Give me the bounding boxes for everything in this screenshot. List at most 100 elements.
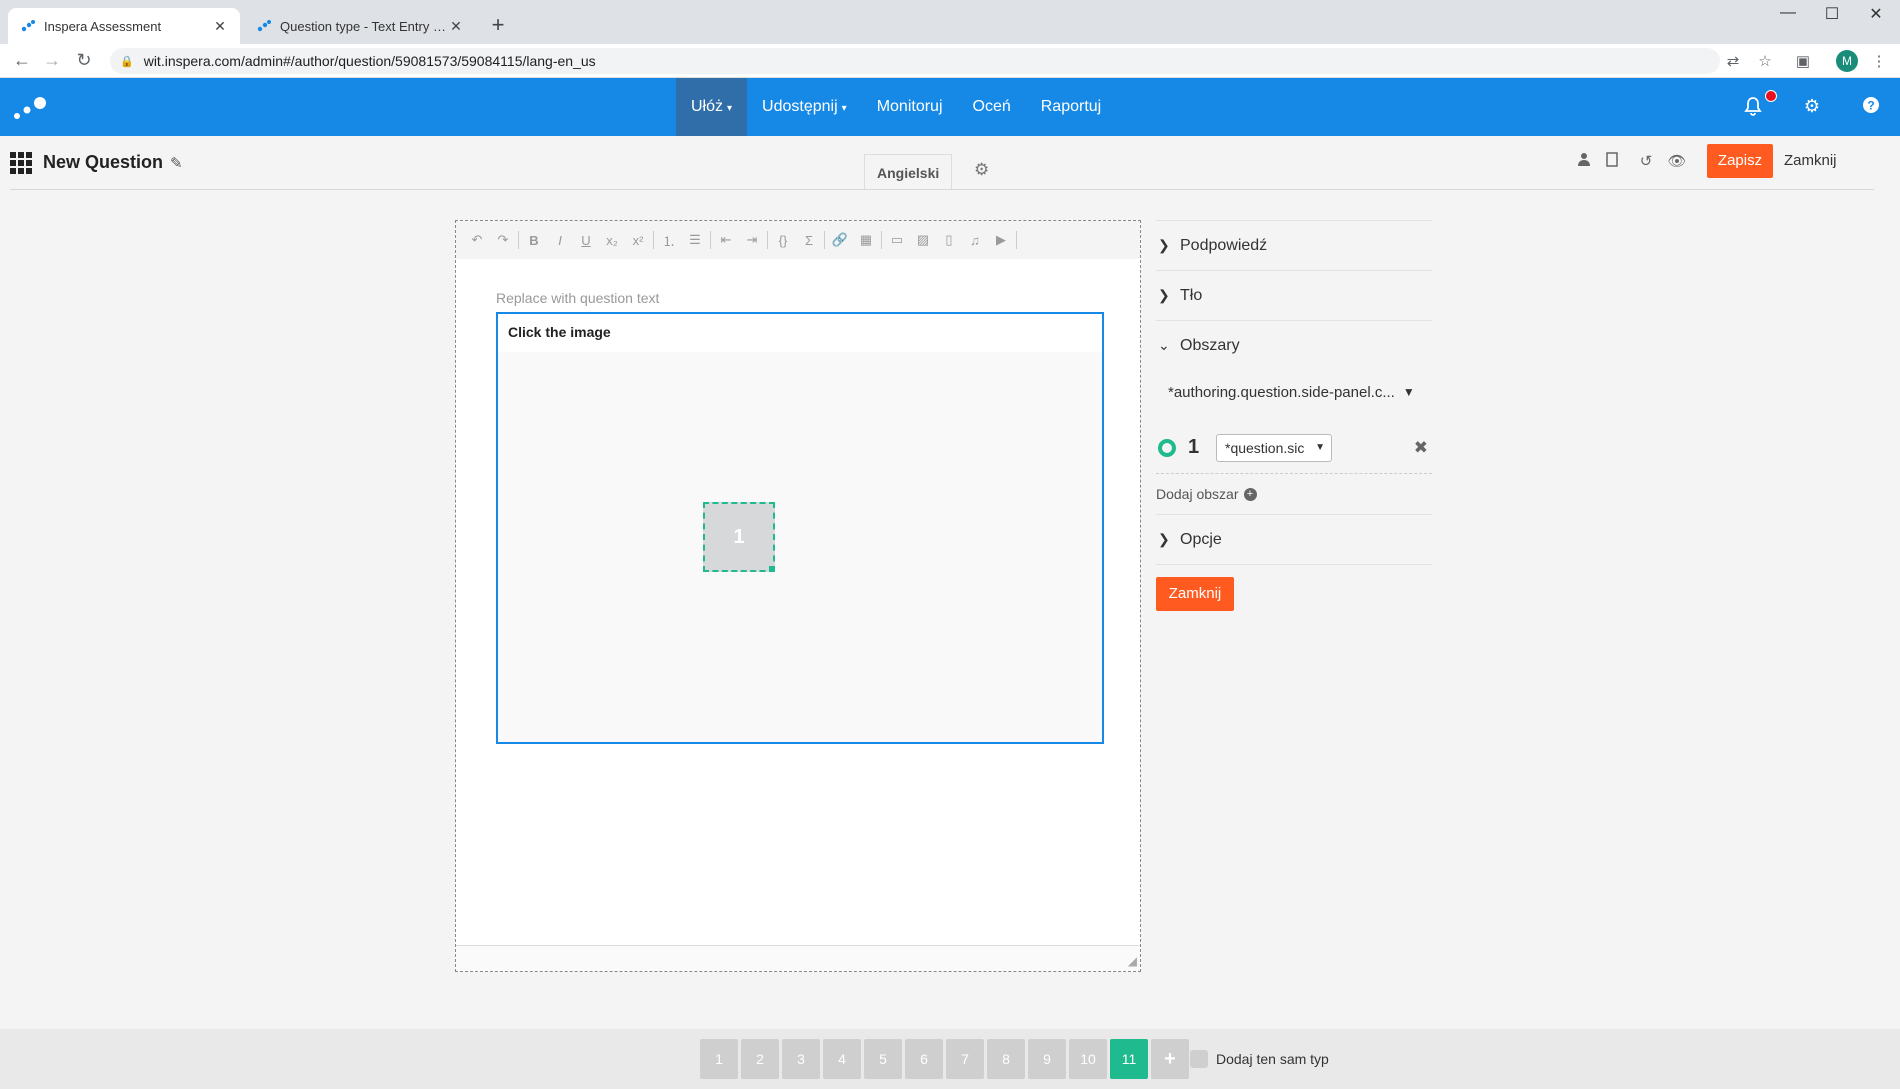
chevron-right-icon: ❯ (1158, 237, 1170, 253)
accordion-options[interactable]: ❯ Opcje (1156, 514, 1432, 564)
page-button[interactable]: 2 (741, 1039, 779, 1079)
unlink-icon[interactable]: ▭ (884, 232, 910, 248)
page-button[interactable]: 5 (864, 1039, 902, 1079)
bold-icon[interactable]: B (521, 233, 547, 248)
user-icon[interactable] (1574, 152, 1594, 170)
video-icon[interactable]: ▶ (988, 232, 1014, 248)
nav-item-report[interactable]: Raportuj (1026, 78, 1116, 136)
nav-item-author[interactable]: Ułóż ▾ (676, 78, 748, 136)
editor-toolbar: ↶ ↷ B I U x₂ x² ⒈ ☰ ⇤ ⇥ {} Σ 🔗 ▦ ▭ ▨ ▯ ♫… (456, 221, 1140, 259)
extensions-icon[interactable]: ▣ (1793, 52, 1813, 70)
document-icon[interactable]: ▯ (936, 232, 962, 248)
gear-icon[interactable]: ⚙ (1800, 96, 1824, 117)
page-button-active[interactable]: 11 (1110, 1039, 1148, 1079)
region-dropdown[interactable]: *question.sic ▼ (1216, 433, 1332, 462)
unordered-list-icon[interactable]: ☰ (682, 232, 708, 248)
close-tab-icon[interactable]: ✕ (448, 18, 464, 35)
nav-item-monitor[interactable]: Monitoruj (862, 78, 958, 136)
hotspot-canvas[interactable]: Click the image 1 (496, 312, 1104, 744)
reload-icon[interactable]: ↻ (72, 50, 96, 71)
edit-title-icon[interactable]: ✎ (170, 154, 183, 172)
divider (1156, 564, 1432, 565)
inspera-favicon (257, 20, 271, 32)
page-button[interactable]: 1 (700, 1039, 738, 1079)
italic-icon[interactable]: I (547, 233, 573, 248)
page-button[interactable]: 3 (782, 1039, 820, 1079)
accordion-hint[interactable]: ❯ Podpowiedź (1156, 220, 1432, 270)
url-input[interactable]: 🔒 wit.inspera.com/admin#/author/question… (110, 48, 1720, 74)
toolbar-separator (824, 231, 825, 249)
maximize-icon[interactable]: ☐ (1812, 4, 1852, 24)
browser-tab-inactive[interactable]: Question type - Text Entry – Insp ✕ (244, 8, 476, 44)
region-dropdown-value: *question.sic (1225, 439, 1305, 456)
tab-title: Inspera Assessment (44, 18, 162, 34)
accordion-label: Podpowiedź (1180, 236, 1268, 254)
outdent-icon[interactable]: ⇤ (713, 232, 739, 248)
link-icon[interactable]: 🔗 (827, 232, 853, 248)
subscript-icon[interactable]: x₂ (599, 233, 625, 248)
resize-handle[interactable] (769, 566, 775, 572)
question-text[interactable]: Click the image (498, 314, 1102, 352)
add-area-link[interactable]: Dodaj obszar + (1156, 474, 1432, 514)
same-type-checkbox[interactable] (1190, 1050, 1208, 1068)
bookmark-star-icon[interactable]: ☆ (1755, 52, 1775, 70)
resize-grip-icon[interactable]: ◢ (1128, 954, 1137, 968)
inspera-logo[interactable] (12, 94, 52, 122)
toolbar-separator (881, 231, 882, 249)
page-button[interactable]: 9 (1028, 1039, 1066, 1079)
apps-grid-icon[interactable] (10, 152, 32, 174)
bookmark-icon[interactable] (1602, 152, 1622, 171)
translate-icon[interactable]: ⇄ (1723, 52, 1743, 70)
delete-region-icon[interactable]: ✖ (1414, 438, 1428, 458)
region-radio-icon[interactable] (1158, 438, 1176, 457)
preview-eye-icon[interactable]: 👁 (1667, 152, 1687, 170)
profile-avatar[interactable]: M (1836, 50, 1858, 72)
table-icon[interactable]: ▦ (853, 232, 879, 248)
accordion-background[interactable]: ❯ Tło (1156, 270, 1432, 320)
nav-item-grade[interactable]: Oceń (958, 78, 1026, 136)
browser-tab-active[interactable]: Inspera Assessment ✕ (8, 8, 240, 44)
page-button[interactable]: 4 (823, 1039, 861, 1079)
minimize-icon[interactable]: — (1768, 4, 1808, 22)
area-type-value: *authoring.question.side-panel.c... (1168, 383, 1395, 401)
page-button[interactable]: 10 (1069, 1039, 1107, 1079)
page-button[interactable]: 8 (987, 1039, 1025, 1079)
nav-item-share[interactable]: Udostępnij ▾ (747, 78, 862, 136)
browser-menu-icon[interactable]: ⋮ (1869, 52, 1889, 70)
window-close-icon[interactable]: ✕ (1856, 4, 1896, 24)
hotspot-region-1[interactable]: 1 (703, 502, 775, 572)
close-button[interactable]: Zamknij (1784, 144, 1837, 178)
close-tab-icon[interactable]: ✕ (212, 18, 228, 35)
ordered-list-icon[interactable]: ⒈ (656, 231, 682, 250)
close-panel-button[interactable]: Zamknij (1156, 577, 1234, 611)
divider (10, 189, 1874, 190)
save-button[interactable]: Zapisz (1707, 144, 1773, 178)
add-question-button[interactable]: + (1151, 1039, 1189, 1079)
code-icon[interactable]: {} (770, 233, 796, 248)
language-tab[interactable]: Angielski (864, 154, 953, 190)
help-icon[interactable]: ? (1859, 96, 1883, 119)
page-button[interactable]: 7 (946, 1039, 984, 1079)
bell-icon[interactable] (1741, 96, 1765, 121)
sigma-icon[interactable]: Σ (796, 233, 822, 248)
caret-down-icon: ▼ (1315, 441, 1325, 453)
new-tab-icon[interactable]: + (486, 12, 510, 38)
accordion-areas[interactable]: ⌄ Obszary (1156, 320, 1432, 370)
image-icon[interactable]: ▨ (910, 232, 936, 248)
area-type-select[interactable]: *authoring.question.side-panel.c... ▼ (1156, 370, 1432, 414)
back-icon[interactable]: ← (10, 50, 34, 71)
superscript-icon[interactable]: x² (625, 233, 651, 248)
redo-icon[interactable]: ↷ (490, 232, 516, 248)
chevron-down-icon: ⌄ (1158, 337, 1170, 353)
history-icon[interactable]: ↺ (1636, 152, 1656, 170)
audio-icon[interactable]: ♫ (962, 233, 988, 248)
underline-icon[interactable]: U (573, 233, 599, 248)
undo-icon[interactable]: ↶ (464, 232, 490, 248)
page-button[interactable]: 6 (905, 1039, 943, 1079)
same-type-toggle[interactable]: Dodaj ten sam typ (1190, 1050, 1329, 1068)
chevron-right-icon: ❯ (1158, 287, 1170, 303)
indent-icon[interactable]: ⇥ (739, 232, 765, 248)
forward-icon[interactable]: → (40, 50, 64, 71)
language-settings-gear-icon[interactable]: ⚙ (974, 160, 989, 180)
question-placeholder[interactable]: Replace with question text (496, 290, 659, 306)
